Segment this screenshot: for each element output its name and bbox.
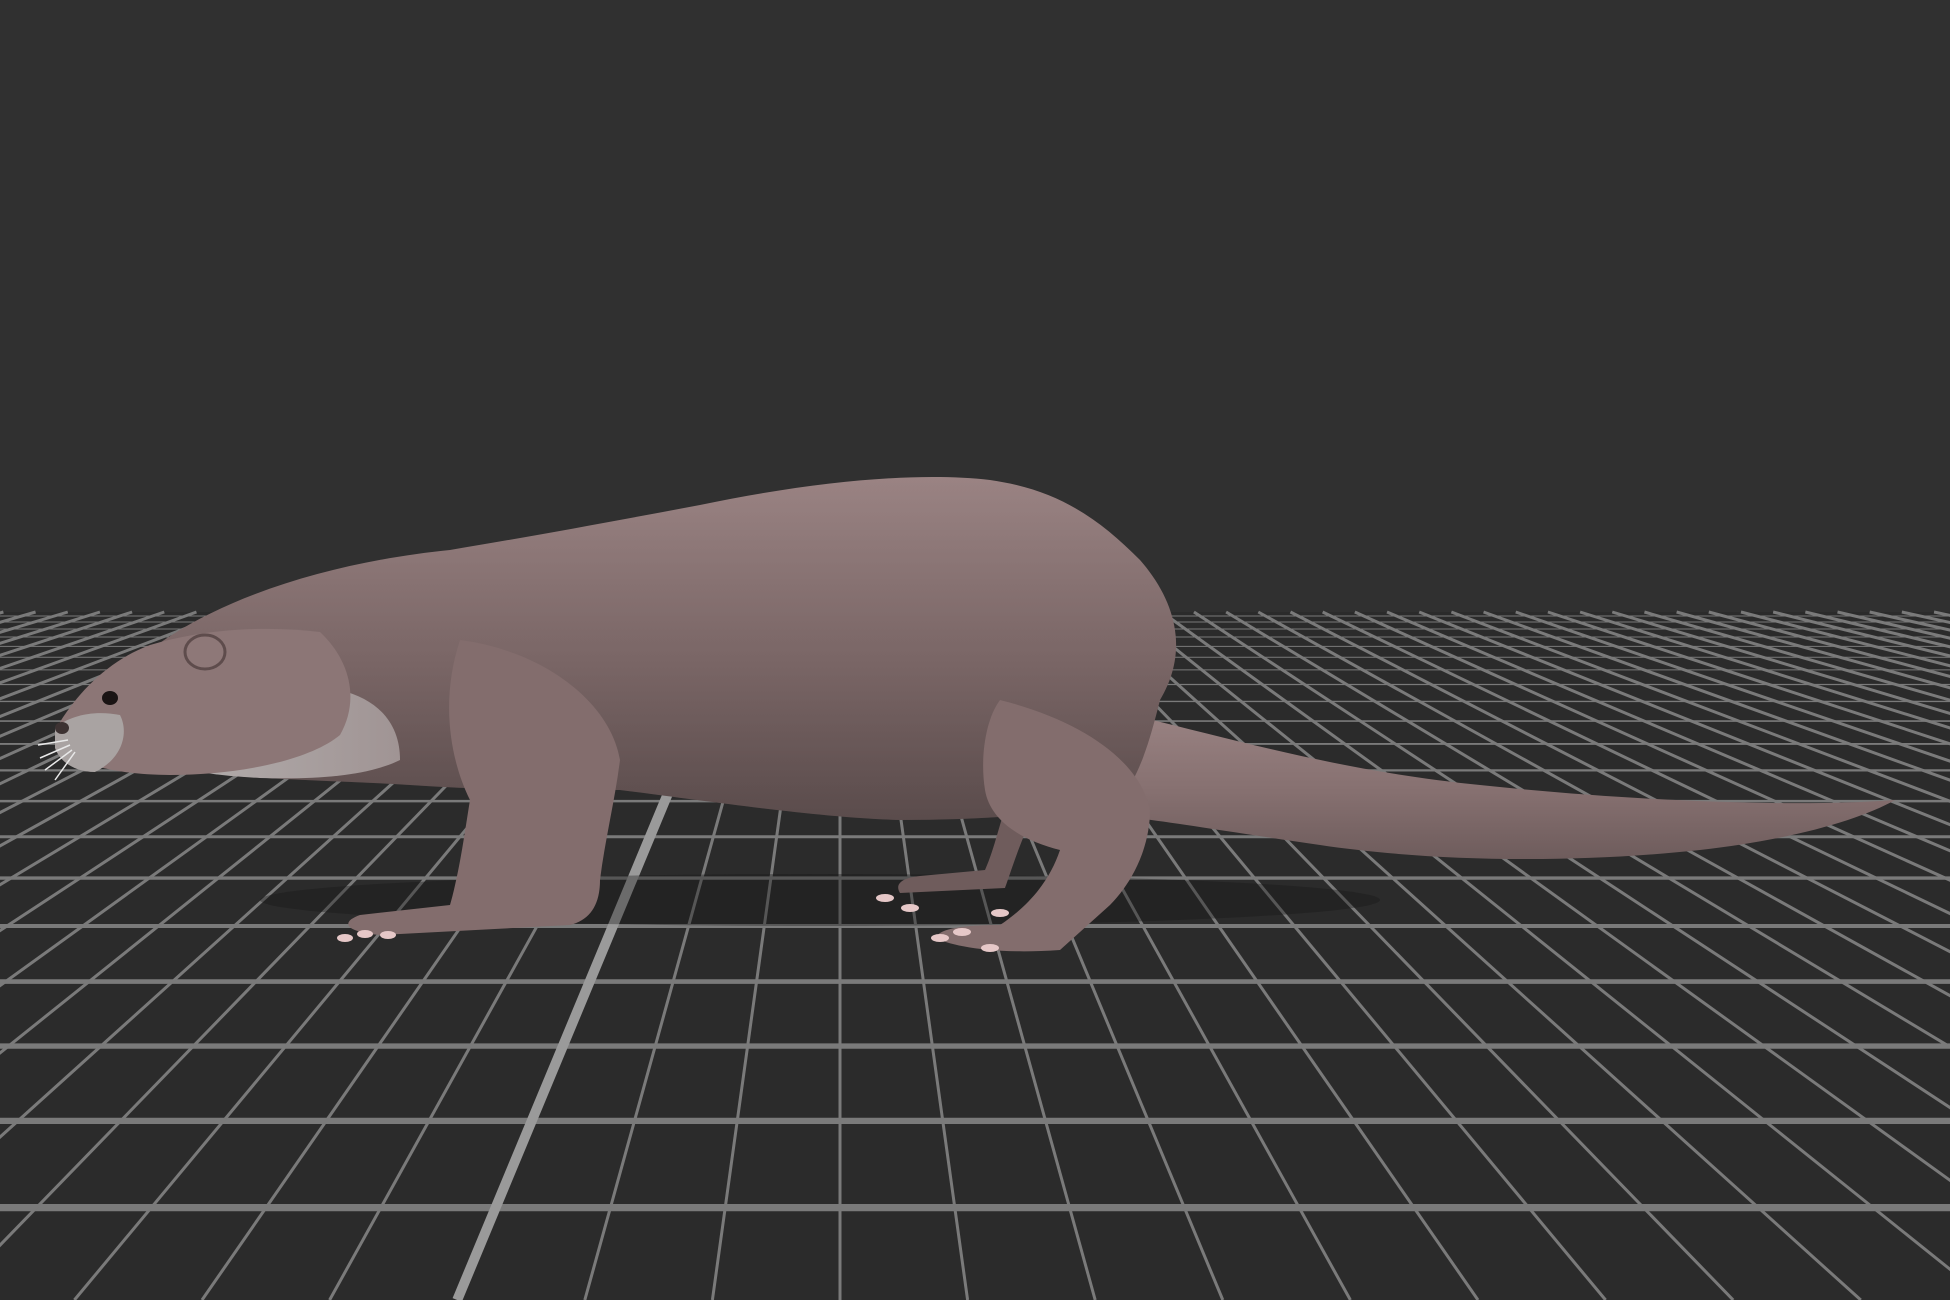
otter-ear — [183, 633, 227, 671]
3d-viewport[interactable] — [0, 0, 1950, 1300]
viewport-scene — [0, 0, 1950, 1300]
otter-nose — [55, 722, 69, 734]
otter-eye — [102, 691, 118, 705]
